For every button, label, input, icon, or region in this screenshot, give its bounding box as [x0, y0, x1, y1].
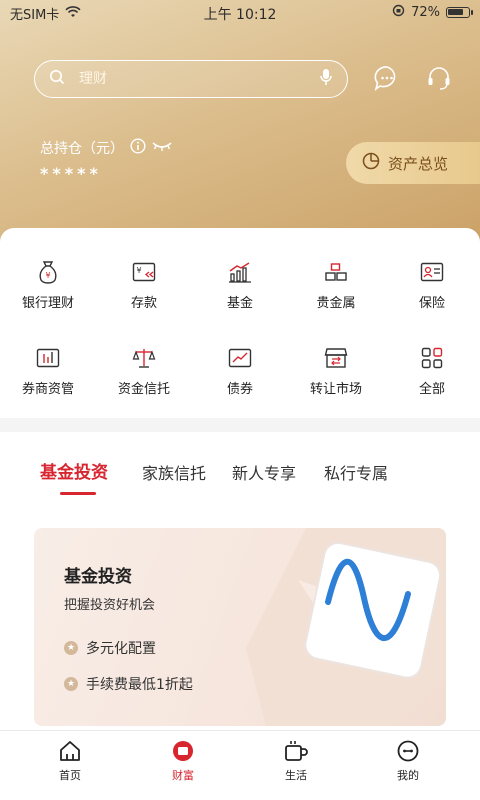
menu-item-label: 债券	[226, 382, 253, 397]
market-store-icon	[323, 346, 349, 370]
star-badge-icon: ★	[64, 641, 78, 655]
asset-overview-label: 资产总览	[388, 154, 449, 173]
menu-item-label: 存款	[130, 296, 157, 311]
menu-item-label: 贵金属	[316, 296, 356, 311]
bottom-tab-bar: 首页 财富 生活 我的	[0, 730, 480, 800]
search-input[interactable]	[79, 71, 319, 87]
svg-text:¥: ¥	[136, 266, 141, 275]
status-bar: 无SIM卡 上午 10:12 72%	[0, 0, 480, 26]
tab-fund-investment[interactable]: 基金投资	[40, 458, 108, 483]
fund-chart-icon	[227, 260, 253, 284]
battery-text: 72%	[411, 5, 440, 20]
tab-newcomer-exclusive[interactable]: 新人专享	[232, 460, 296, 484]
search-icon	[49, 69, 65, 89]
hide-eye-icon[interactable]	[152, 140, 172, 156]
battery-icon	[446, 7, 473, 18]
promo-card[interactable]: 基金投资 把握投资好机会 ★ 多元化配置 ★ 手续费最低1折起	[34, 528, 446, 726]
promo-feature: ★ 多元化配置	[64, 638, 156, 658]
holding-value: *****	[40, 164, 102, 183]
menu-item-fund[interactable]: 基金	[192, 260, 288, 311]
microphone-icon[interactable]	[319, 68, 333, 90]
insurance-card-icon	[419, 260, 445, 284]
menu-item-label: 资金信托	[117, 382, 170, 397]
tabbar-label: 财富	[172, 769, 194, 782]
asset-overview-button[interactable]: 资产总览	[346, 142, 480, 184]
pie-chart-icon	[362, 152, 380, 174]
tab-family-trust[interactable]: 家族信托	[142, 460, 206, 484]
hero-banner	[0, 0, 480, 260]
promo-feature-label: 手续费最低1折起	[86, 677, 193, 693]
holding-row: 总持仓（元）	[40, 138, 172, 158]
info-icon[interactable]	[130, 138, 146, 158]
menu-item-broker-asset[interactable]: 券商资管	[0, 346, 96, 397]
promo-feature-label: 多元化配置	[86, 641, 156, 657]
menu-item-label: 转让市场	[309, 382, 362, 397]
money-bag-icon: ¥	[35, 260, 61, 284]
promo-subtitle: 把握投资好机会	[64, 598, 156, 613]
star-badge-icon: ★	[64, 677, 78, 691]
status-right: 72%	[392, 4, 473, 21]
grid-all-icon	[419, 346, 445, 370]
promo-feature: ★ 手续费最低1折起	[64, 674, 193, 694]
broker-chart-icon	[35, 346, 61, 370]
wealth-icon	[171, 739, 195, 763]
promo-illustration	[246, 528, 446, 726]
tabbar-home[interactable]: 首页	[30, 739, 110, 783]
menu-item-label: 基金	[226, 296, 253, 311]
menu-item-all[interactable]: 全部	[384, 346, 480, 397]
product-menu: ¥ 银行理财 ¥ 存款 基金 贵金属 保险 券商资管 资金信托 债券 转让市场 …	[0, 228, 480, 418]
customer-service-icon[interactable]	[424, 63, 454, 93]
tabbar-label: 首页	[59, 769, 81, 782]
menu-item-label: 保险	[418, 296, 445, 311]
menu-item-deposit[interactable]: ¥ 存款	[96, 260, 192, 311]
tabbar-life[interactable]: 生活	[256, 739, 336, 783]
tabbar-mine[interactable]: 我的	[368, 739, 448, 783]
promo-title: 基金投资	[64, 567, 132, 587]
menu-item-bank-wealth[interactable]: ¥ 银行理财	[0, 260, 96, 311]
scale-icon	[131, 346, 157, 370]
menu-item-transfer-market[interactable]: 转让市场	[288, 346, 384, 397]
active-tab-indicator	[60, 492, 96, 495]
holding-label: 总持仓（元）	[40, 141, 124, 157]
coffee-icon	[284, 739, 308, 763]
tabbar-label: 生活	[285, 769, 307, 782]
menu-item-insurance[interactable]: 保险	[384, 260, 480, 311]
menu-item-label: 券商资管	[21, 382, 74, 397]
message-icon[interactable]	[372, 63, 402, 93]
profile-icon	[396, 739, 420, 763]
menu-item-label: 银行理财	[21, 296, 74, 311]
svg-text:¥: ¥	[45, 271, 50, 280]
tabbar-wealth[interactable]: 财富	[143, 739, 223, 783]
tab-private-banking[interactable]: 私行专属	[324, 460, 388, 484]
menu-item-label: 全部	[418, 382, 445, 397]
menu-item-trust[interactable]: 资金信托	[96, 346, 192, 397]
home-icon	[58, 739, 82, 763]
deposit-icon: ¥	[131, 260, 157, 284]
gold-bars-icon	[323, 260, 349, 284]
menu-item-precious-metal[interactable]: 贵金属	[288, 260, 384, 311]
menu-item-bond[interactable]: 债券	[192, 346, 288, 397]
search-bar[interactable]	[34, 60, 348, 98]
rotation-lock-icon	[392, 4, 405, 21]
product-section: 基金投资 家族信托 新人专享 私行专属 基金投资 把握投资好机会 ★ 多元化配置…	[0, 432, 480, 730]
tabbar-label: 我的	[397, 769, 419, 782]
bond-chart-icon	[227, 346, 253, 370]
